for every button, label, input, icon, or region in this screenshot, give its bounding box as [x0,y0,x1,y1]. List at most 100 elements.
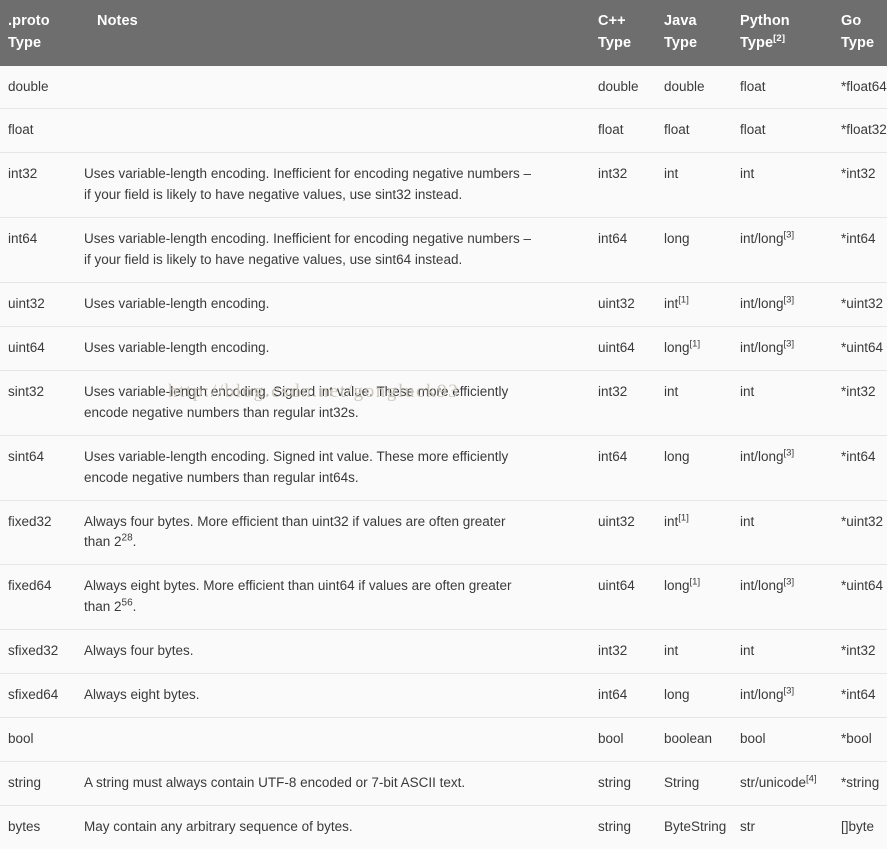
cell-cpp-type: int32 [598,153,664,218]
proto-scalar-value-types-table: .proto Type Notes C++ Type Java Type Pyt… [0,0,887,849]
cell-proto-type: sint32 [0,370,84,435]
cell-go-type: *uint32 [841,500,887,565]
cell-java-type-text: long [664,449,690,464]
cell-java-type: boolean [664,718,740,762]
cell-proto-type: bytes [0,805,84,848]
cell-cpp-type-text: int64 [598,449,627,464]
column-header-proto-type-line2: Type [8,33,80,55]
cell-python-type: int/long[3] [740,674,841,718]
cell-go-type: *int64 [841,674,887,718]
cell-python-type-text: str/unicode [740,775,806,790]
cell-python-type-text: int/long [740,340,784,355]
cell-notes: Uses variable-length encoding. Inefficie… [84,218,598,283]
table-row: fixed32Always four bytes. More efficient… [0,500,887,565]
cell-notes-line2: encode negative numbers than regular int… [84,405,359,420]
cell-notes [84,109,598,153]
cell-proto-type: sfixed32 [0,630,84,674]
cell-java-type: ByteString [664,805,740,848]
column-header-java-type: Java Type [664,0,740,66]
cell-python-type: int/long[3] [740,218,841,283]
column-header-python-footnote-ref[interactable]: [2] [773,33,785,44]
cell-notes: Always eight bytes. More efficient than … [84,565,598,630]
cell-java-type-footnote-ref[interactable]: [1] [690,577,701,588]
cell-cpp-type-text: float [598,122,624,137]
cell-python-type-footnote-ref[interactable]: [3] [784,338,795,349]
cell-python-type-text: str [740,819,755,834]
cell-java-type-text: String [664,775,699,790]
cell-cpp-type-text: int32 [598,166,627,181]
cell-python-type-text: int [740,643,754,658]
cell-cpp-type: int32 [598,370,664,435]
cell-cpp-type-text: uint64 [598,340,635,355]
cell-java-type-text: ByteString [664,819,726,834]
cell-java-type-footnote-ref[interactable]: [1] [678,512,689,523]
cell-python-type: int/long[3] [740,326,841,370]
cell-java-type: int[1] [664,500,740,565]
cell-python-type-text: int/long [740,449,784,464]
cell-python-type-footnote-ref[interactable]: [3] [784,447,795,458]
cell-java-type: long [664,674,740,718]
cell-proto-type: bool [0,718,84,762]
table-row: floatfloatfloatfloat*float32 [0,109,887,153]
table-row: sfixed32Always four bytes.int32intint*in… [0,630,887,674]
cell-java-type-footnote-ref[interactable]: [1] [690,338,701,349]
table-header-row: .proto Type Notes C++ Type Java Type Pyt… [0,0,887,66]
cell-java-type-text: float [664,122,690,137]
cell-python-type: int [740,500,841,565]
cell-cpp-type: uint64 [598,326,664,370]
cell-notes [84,718,598,762]
cell-java-type-text: int [664,166,678,181]
cell-python-type-footnote-ref[interactable]: [3] [784,686,795,697]
cell-proto-type: double [0,66,84,109]
cell-go-type: *float32 [841,109,887,153]
cell-java-type-text: int [664,384,678,399]
cell-cpp-type: int32 [598,630,664,674]
cell-notes: A string must always contain UTF-8 encod… [84,762,598,806]
cell-notes-line1: Uses variable-length encoding. Signed in… [84,384,508,399]
cell-notes-line1: Always four bytes. [84,643,194,658]
cell-java-type: long[1] [664,565,740,630]
cell-python-type: float [740,66,841,109]
cell-python-type: int/long[3] [740,283,841,327]
cell-go-type: *int64 [841,218,887,283]
cell-notes: May contain any arbitrary sequence of by… [84,805,598,848]
cell-python-type-footnote-ref[interactable]: [3] [784,577,795,588]
cell-java-type: String [664,762,740,806]
cell-java-type-footnote-ref[interactable]: [1] [678,295,689,306]
table-row: string A string must always contain UTF-8… [0,762,887,806]
cell-java-type-text: int [664,643,678,658]
cell-java-type: int[1] [664,283,740,327]
cell-notes-line1: A string must always contain UTF-8 encod… [84,775,465,790]
table-row: fixed64Always eight bytes. More efficien… [0,565,887,630]
table-header: .proto Type Notes C++ Type Java Type Pyt… [0,0,887,66]
column-header-java-type-line2: Type [664,33,736,55]
cell-notes [84,66,598,109]
table-row: uint32Uses variable-length encoding.uint… [0,283,887,327]
cell-python-type-footnote-ref[interactable]: [4] [806,774,817,785]
cell-python-type: float [740,109,841,153]
cell-cpp-type-text: double [598,79,639,94]
cell-cpp-type: float [598,109,664,153]
cell-java-type-text: long [664,231,690,246]
cell-python-type-footnote-ref[interactable]: [3] [784,230,795,241]
cell-go-type: *int32 [841,153,887,218]
cell-python-type: int [740,630,841,674]
column-header-proto-type-line1: .proto [8,11,80,33]
cell-python-type-text: int [740,514,754,529]
column-header-python-type: Python Type[2] [740,0,841,66]
cell-notes-line1: Always eight bytes. [84,687,200,702]
cell-cpp-type-text: string [598,775,631,790]
cell-cpp-type: int64 [598,435,664,500]
cell-java-type-text: long [664,687,690,702]
cell-cpp-type: int64 [598,674,664,718]
cell-python-type-footnote-ref[interactable]: [3] [784,295,795,306]
cell-cpp-type: uint64 [598,565,664,630]
cell-notes-line1: Always eight bytes. More efficient than … [84,578,512,593]
cell-notes-line1: Uses variable-length encoding. Signed in… [84,449,508,464]
cell-python-type-text: bool [740,731,766,746]
cell-notes-line1: Uses variable-length encoding. [84,296,269,311]
cell-cpp-type-text: int64 [598,231,627,246]
cell-python-type-text: float [740,79,766,94]
cell-java-type: float [664,109,740,153]
cell-cpp-type: uint32 [598,500,664,565]
